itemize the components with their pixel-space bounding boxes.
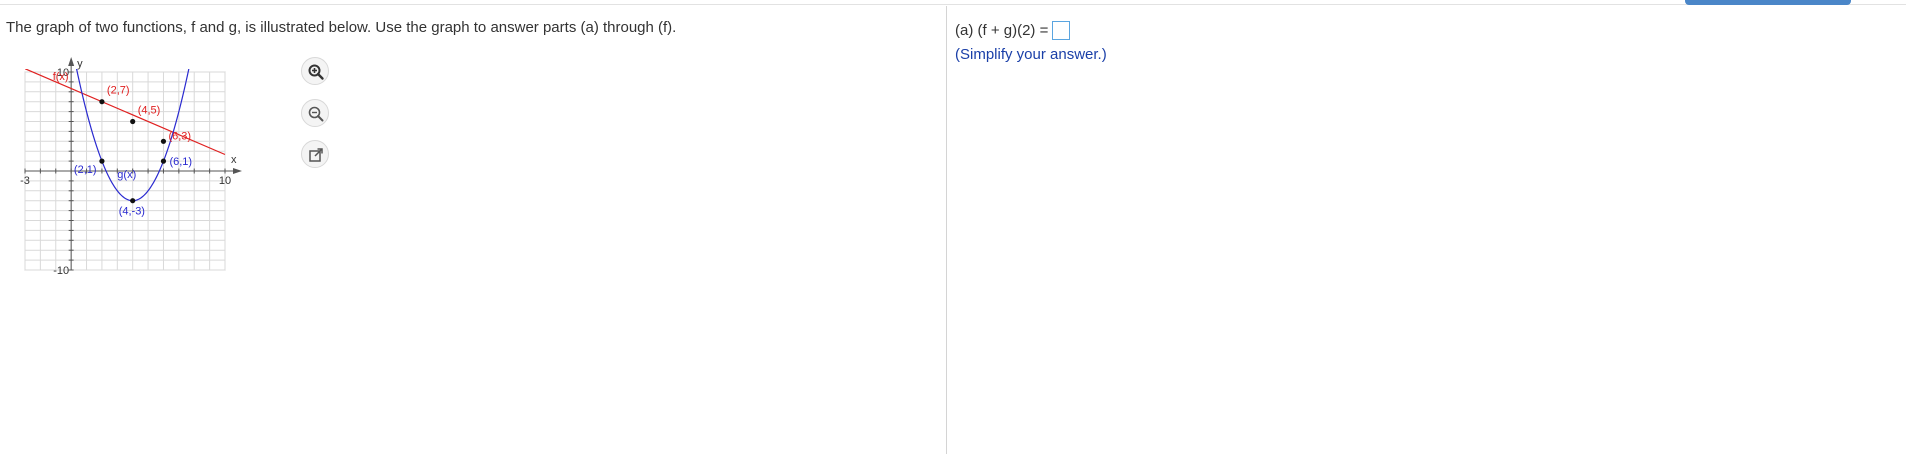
point-label: (2,7)	[107, 85, 130, 97]
data-point	[160, 138, 167, 144]
x-axis-label: x	[231, 154, 237, 166]
data-point	[99, 158, 105, 164]
answer-prompt: (a) (f + g)(2) =	[955, 22, 1049, 39]
point-label: (4,5)	[138, 105, 161, 117]
x-tick-label: 10	[219, 175, 231, 187]
function-graph: xy-3 1010-10 (2,7)(4,5)(6,3)(2,1)(6,1)(4,…	[20, 57, 242, 277]
data-point	[160, 158, 167, 164]
y-axis-arrow	[68, 57, 75, 66]
y-tick-label: -10	[53, 265, 69, 277]
top-border	[0, 4, 1906, 5]
answer-line: (a) (f + g)(2) =	[955, 21, 1071, 40]
x-axis-arrow	[233, 168, 242, 174]
y-axis-label: y	[77, 58, 83, 70]
data-point	[130, 118, 136, 125]
question-panel: The graph of two functions, f and g, is …	[0, 6, 946, 455]
point-label: (2,1)	[74, 164, 97, 176]
zoom-in-button[interactable]	[301, 57, 329, 85]
popout-icon	[309, 148, 323, 162]
popout-button[interactable]	[301, 140, 329, 168]
zoom-in-icon	[308, 64, 324, 80]
curve-label: f(x)	[53, 71, 69, 83]
point-label: (6,3)	[168, 130, 191, 142]
zoom-out-icon	[308, 106, 324, 122]
zoom-out-button[interactable]	[301, 99, 329, 127]
answer-input[interactable]	[1052, 21, 1071, 40]
data-point	[130, 198, 136, 204]
curve-label: g(x)	[117, 169, 136, 181]
top-toolbar-button[interactable]	[1685, 0, 1851, 5]
data-point	[99, 99, 105, 105]
answer-hint: (Simplify your answer.)	[955, 46, 1107, 63]
point-label: (6,1)	[169, 156, 192, 168]
x-tick-label: -3	[20, 175, 30, 187]
answer-panel: (a) (f + g)(2) = (Simplify your answer.)	[947, 6, 1906, 455]
question-text: The graph of two functions, f and g, is …	[6, 19, 677, 36]
graph-axes: xy-3 1010-10	[20, 57, 242, 277]
point-label: (4,-3)	[119, 206, 145, 218]
